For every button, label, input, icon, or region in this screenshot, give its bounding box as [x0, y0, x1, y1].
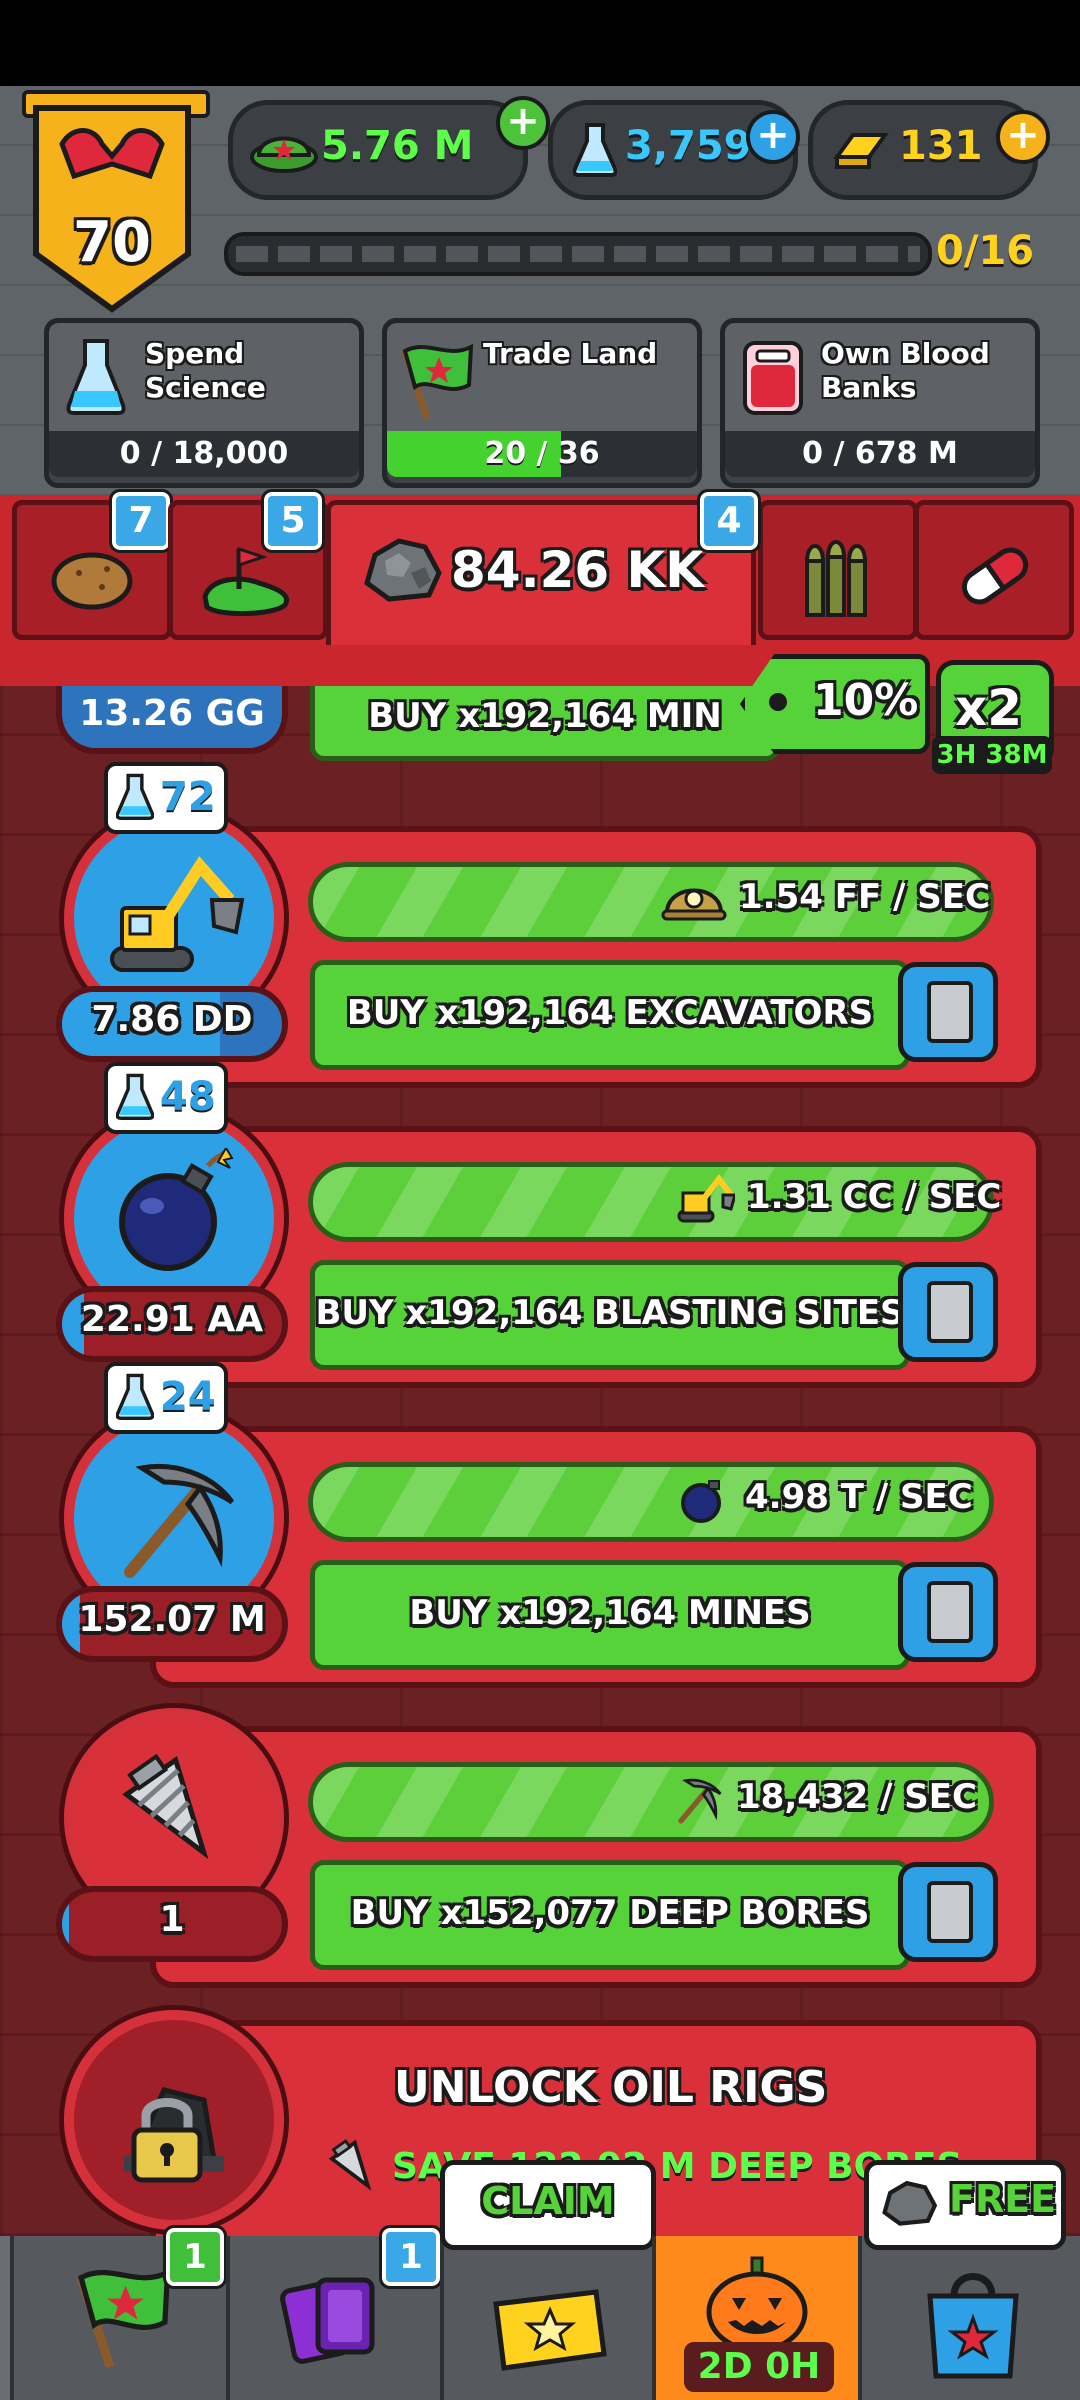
owned-value-pill: 152.07 M — [56, 1586, 288, 1662]
buy-deep-bores-button[interactable]: BUY x152,077 DEEP BORES — [310, 1860, 910, 1970]
buy-blasting-sites-button[interactable]: BUY x192,164 BLASTING SITES — [310, 1260, 910, 1370]
mission-card-own-blood-banks[interactable]: Own Blood Banks 0 / 678 M — [720, 318, 1040, 488]
pickaxe-icon — [678, 1778, 722, 1824]
card-icon — [927, 1581, 973, 1643]
active-resource-tab[interactable]: 84.26 KK — [326, 500, 756, 645]
science-flask-icon — [116, 1373, 154, 1420]
status-bar — [0, 0, 1080, 86]
level-progress-label: 0/16 — [936, 228, 1035, 274]
owned-value-pill: 1 — [56, 1886, 288, 1962]
blood-bag-icon — [743, 341, 803, 415]
buy-mines-button[interactable]: BUY x192,164 MINES — [310, 1560, 910, 1670]
cash-value: 5.76 M — [321, 123, 474, 169]
cards-icon — [280, 2277, 375, 2364]
tab-pill[interactable] — [914, 500, 1074, 640]
production-rate-bar: 18,432 / SEC — [308, 1762, 994, 1842]
level-banner[interactable]: 70 — [22, 90, 210, 320]
buy-excavators-button[interactable]: BUY x192,164 EXCAVATORS — [310, 960, 910, 1070]
upgrade-card-button[interactable] — [898, 1862, 998, 1962]
upgrade-card-button[interactable] — [898, 1562, 998, 1662]
card-icon — [927, 1881, 973, 1943]
tab-ammo[interactable] — [758, 500, 918, 640]
lock-icon — [131, 2098, 203, 2183]
mission-progress: 0 / 18,000 — [49, 431, 359, 477]
mission-title: Spend Science — [145, 337, 266, 404]
card-icon — [927, 1281, 973, 1343]
gold-value: 131 — [899, 123, 983, 169]
mission-progress: 20 / 36 — [387, 431, 697, 477]
bomb-icon — [681, 1480, 721, 1523]
level-progress-bar — [224, 232, 932, 276]
locked-generator-circle[interactable] — [64, 2010, 284, 2230]
owned-value-pill: 13.26 GG — [56, 686, 288, 754]
buy-button-partial[interactable]: BUY x192,164 MIN — [310, 686, 780, 761]
pickaxe-icon — [124, 1464, 235, 1578]
add-cash-button[interactable]: + — [496, 96, 550, 150]
land-badge: 5 — [261, 489, 325, 553]
science-flask-icon — [573, 123, 617, 177]
nav-land-badge: 1 — [163, 2225, 227, 2289]
ore-rock-icon — [882, 2180, 938, 2226]
production-rate-bar: 1.31 CC / SEC — [308, 1162, 1001, 1242]
event-timer: 2D 0H — [684, 2342, 834, 2392]
boost-timer: 3H 38M — [932, 736, 1052, 774]
science-value: 3,759 — [625, 123, 752, 169]
flag-icon — [76, 2268, 171, 2369]
excavator-icon — [110, 856, 245, 972]
potato-badge: 7 — [109, 489, 173, 553]
unlock-title: UNLOCK OIL RIGS — [394, 2062, 828, 2113]
boost-percent-tag[interactable]: 10% — [740, 654, 930, 754]
science-cost-bubble: 72 — [104, 762, 228, 834]
pill-icon — [961, 547, 1029, 605]
nav-tab-shop[interactable] — [858, 2236, 1080, 2400]
potato-icon — [51, 552, 133, 610]
ammo-icon — [804, 540, 868, 617]
add-gold-button[interactable]: + — [996, 110, 1050, 164]
add-science-button[interactable]: + — [746, 110, 800, 164]
mission-card-trade-land[interactable]: Trade Land 20 / 36 — [382, 318, 702, 488]
science-flask-icon — [66, 339, 126, 415]
gold-bar-icon — [833, 133, 889, 169]
claim-button[interactable]: CLAIM — [440, 2160, 656, 2250]
level-shield-icon — [33, 105, 191, 313]
cash-pill[interactable]: 5.76 M — [228, 100, 528, 200]
science-flask-icon — [116, 1073, 154, 1120]
mission-title: Trade Land — [483, 337, 658, 370]
pumpkin-icon — [706, 2256, 808, 2353]
mission-progress: 0 / 678 M — [725, 431, 1035, 477]
level-number: 70 — [73, 210, 151, 275]
resource-value: 84.26 KK — [451, 541, 705, 599]
production-rate-bar: 1.54 FF / SEC — [308, 862, 994, 942]
science-cost-bubble: 24 — [104, 1362, 228, 1434]
owned-value-pill: 22.91 AA — [56, 1286, 288, 1362]
excavator-icon — [677, 1174, 735, 1223]
drill-bit-icon — [328, 2139, 372, 2191]
science-cost-bubble: 48 — [104, 1062, 228, 1134]
upgrade-card-button[interactable] — [898, 962, 998, 1062]
cash-cap-icon — [250, 136, 318, 173]
nav-tab-rewards[interactable] — [440, 2236, 654, 2400]
drill-bit-icon — [122, 1753, 209, 1860]
upgrade-card-button[interactable] — [898, 1262, 998, 1362]
miner-helmet-icon — [661, 888, 727, 921]
shopping-bag-icon — [927, 2273, 1019, 2379]
nav-cards-badge: 1 — [379, 2225, 443, 2289]
owned-value-pill: 7.86 DD — [56, 986, 288, 1062]
ticket-icon — [493, 2289, 607, 2371]
card-icon — [927, 981, 973, 1043]
flag-icon — [401, 343, 474, 421]
ore-rock-icon — [364, 538, 442, 602]
science-flask-icon — [116, 773, 154, 820]
mission-card-spend-science[interactable]: Spend Science 0 / 18,000 — [44, 318, 364, 488]
land-plot-icon — [202, 546, 289, 616]
free-offer-button[interactable]: FREE — [864, 2160, 1066, 2250]
ammo-badge: 4 — [697, 489, 761, 553]
bomb-icon — [119, 1148, 234, 1271]
production-rate-bar: 4.98 T / SEC — [308, 1462, 994, 1542]
mission-title: Own Blood Banks — [821, 337, 990, 404]
